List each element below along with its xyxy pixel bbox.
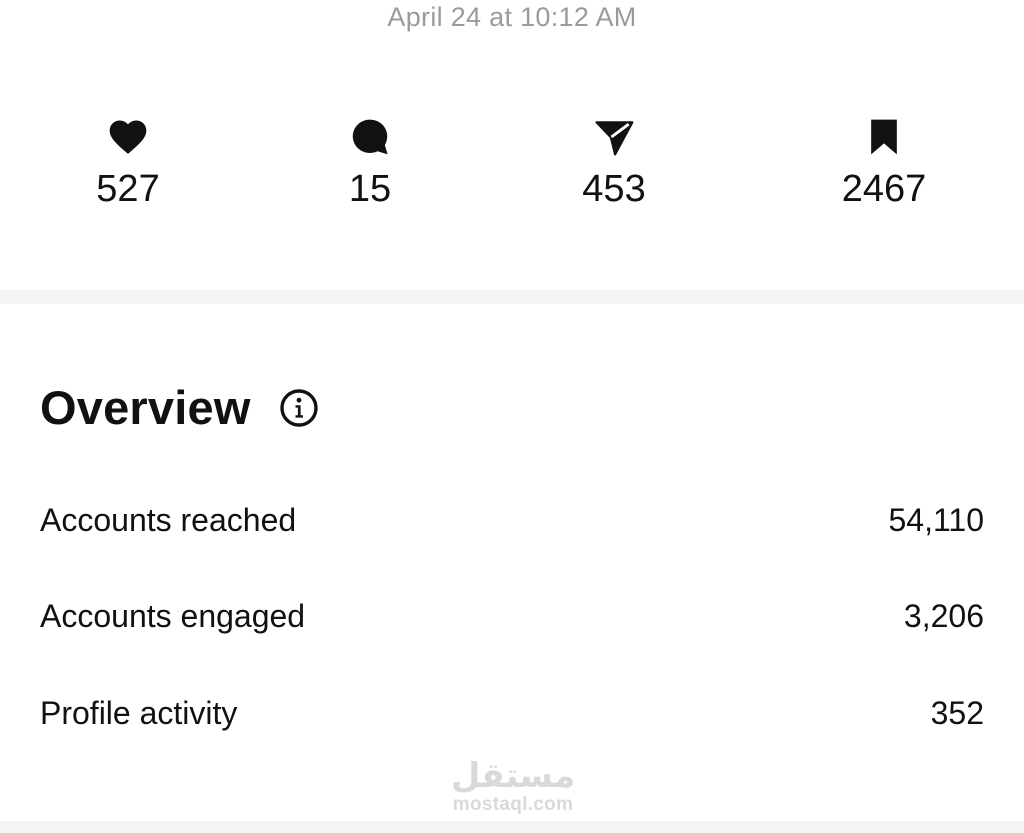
heart-icon (106, 115, 150, 159)
shares-count: 453 (582, 168, 646, 210)
watermark-arabic: مستقل (450, 756, 576, 796)
metric-row-accounts-engaged[interactable]: Accounts engaged 3,206 (40, 594, 984, 638)
stat-shares[interactable]: 453 (534, 115, 694, 211)
watermark: مستقل mostaql.com (448, 757, 578, 815)
metric-label: Profile activity (40, 695, 238, 731)
stat-comments[interactable]: 15 (290, 115, 450, 211)
section-divider (0, 821, 1024, 833)
comment-icon (348, 115, 392, 159)
stat-likes[interactable]: 527 (48, 115, 208, 211)
metric-row-profile-activity[interactable]: Profile activity 352 (40, 691, 984, 735)
bookmark-icon (862, 115, 906, 159)
metric-value: 352 (930, 695, 984, 731)
saves-count: 2467 (841, 168, 927, 210)
post-timestamp: April 24 at 10:12 AM (387, 2, 637, 32)
comments-count: 15 (348, 168, 392, 210)
likes-count: 527 (96, 168, 160, 210)
share-icon (592, 115, 636, 159)
metric-row-accounts-reached[interactable]: Accounts reached 54,110 (40, 498, 984, 542)
metric-label: Accounts engaged (40, 598, 306, 634)
metric-value: 54,110 (888, 502, 985, 538)
metric-value: 3,206 (903, 598, 984, 634)
info-icon[interactable] (279, 388, 319, 428)
overview-title: Overview (40, 381, 251, 434)
metric-label: Accounts reached (40, 502, 297, 538)
section-divider (0, 290, 1024, 304)
watermark-url: mostaql.com (452, 794, 574, 815)
stat-saves[interactable]: 2467 (804, 115, 964, 211)
